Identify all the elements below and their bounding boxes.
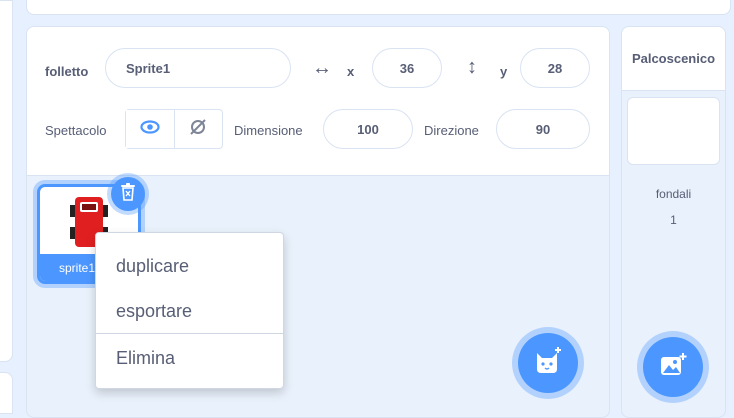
eye-icon	[140, 119, 160, 139]
delete-sprite-button[interactable]	[111, 177, 145, 211]
x-input[interactable]: 36	[372, 48, 442, 88]
visibility-toggle	[125, 109, 223, 149]
y-arrows-icon: ↕	[467, 56, 477, 78]
left-panel-edge	[0, 0, 13, 362]
image-add-icon	[659, 352, 687, 382]
menu-item-duplicate[interactable]: duplicare	[96, 243, 283, 289]
left-panel-edge-lower	[0, 372, 13, 414]
choose-sprite-button[interactable]	[518, 333, 578, 393]
menu-item-delete[interactable]: Elimina	[96, 335, 283, 381]
sprite-info-panel: folletto Sprite1 ↔ x 36 ↕ y 28 Spettacol…	[27, 27, 609, 176]
cat-add-icon	[533, 346, 563, 380]
hide-button[interactable]	[175, 110, 223, 148]
direction-label: Direzione	[424, 123, 479, 138]
stage-thumbnail[interactable]	[627, 97, 720, 165]
show-label: Spettacolo	[45, 123, 107, 138]
sprite-name-label: folletto	[45, 64, 89, 79]
top-panel-edge	[26, 0, 731, 15]
size-label: Dimensione	[234, 123, 303, 138]
y-label: y	[500, 64, 508, 79]
stage-header: Palcoscenico	[622, 27, 725, 91]
x-label: x	[347, 64, 355, 79]
backdrops-label: fondali	[655, 187, 692, 201]
show-button[interactable]	[126, 110, 175, 148]
y-input[interactable]: 28	[520, 48, 590, 88]
sprite-name-input[interactable]: Sprite1	[105, 48, 291, 88]
size-input[interactable]: 100	[323, 109, 413, 149]
menu-item-export[interactable]: esportare	[96, 288, 283, 334]
menu-divider	[96, 333, 283, 334]
direction-input[interactable]: 90	[496, 109, 590, 149]
eye-slash-icon	[188, 118, 208, 141]
choose-backdrop-button[interactable]	[643, 337, 703, 397]
trash-icon	[120, 182, 136, 206]
backdrops-count: 1	[670, 213, 677, 227]
stage-pane[interactable]: Palcoscenico fondali 1	[621, 26, 726, 418]
x-arrows-icon: ↔	[312, 57, 332, 79]
sprite-context-menu: duplicare esportare Elimina	[95, 232, 284, 389]
